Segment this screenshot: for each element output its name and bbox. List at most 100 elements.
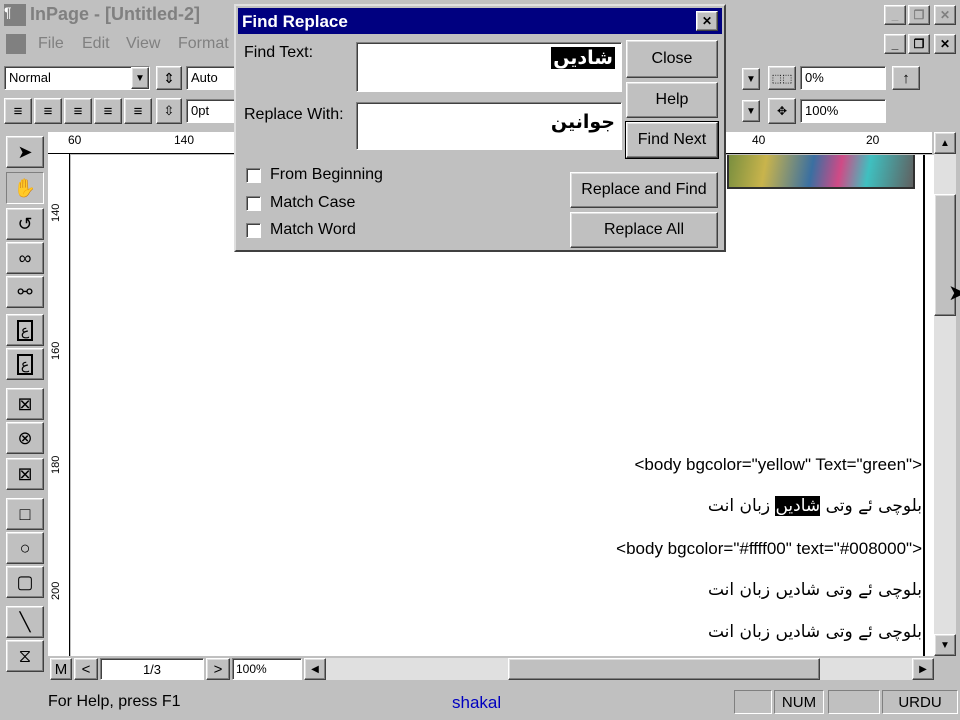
indent-icon[interactable]: ⇳ bbox=[156, 98, 182, 124]
next-page-button[interactable]: > bbox=[206, 658, 230, 680]
doc-urdu-line-2: بلوچی ئے وتی شادیں زبان انت bbox=[707, 580, 922, 600]
justify-icon: ≡ bbox=[103, 102, 113, 120]
find-text-input[interactable]: شادیں bbox=[356, 42, 622, 92]
scroll-down-button[interactable]: ▼ bbox=[934, 634, 956, 656]
tool-rectangle[interactable]: □ bbox=[6, 498, 44, 530]
doc-restore-button[interactable]: ❐ bbox=[908, 34, 930, 54]
embedded-image[interactable] bbox=[727, 155, 915, 189]
app-icon[interactable]: ¶ bbox=[4, 4, 26, 26]
right-dropdown-1[interactable]: ▼ bbox=[742, 68, 760, 90]
tool-rotate[interactable]: ↺ bbox=[6, 208, 44, 240]
from-beginning-checkbox[interactable] bbox=[246, 168, 261, 183]
replace-with-value: جوانین bbox=[550, 111, 615, 133]
tool-rounded-rect[interactable]: ▢ bbox=[6, 566, 44, 598]
dialog-close-x-button[interactable]: ✕ bbox=[696, 11, 718, 31]
replace-all-button[interactable]: Replace All bbox=[570, 212, 718, 248]
close-icon: ✕ bbox=[939, 37, 951, 51]
align-left-button[interactable]: ≡ bbox=[64, 98, 92, 124]
match-word-label: Match Word bbox=[270, 221, 356, 238]
spacing-icon[interactable]: ⬚⬚ bbox=[768, 66, 796, 90]
hscroll-thumb[interactable] bbox=[508, 658, 820, 680]
percent-input-1[interactable]: 0% bbox=[800, 66, 886, 90]
ruler-label: 40 bbox=[752, 133, 766, 147]
up-arrow-button[interactable]: ↑ bbox=[892, 66, 920, 90]
zoom-field[interactable]: 100% bbox=[232, 658, 302, 680]
tool-rect-frame[interactable]: ⊠ bbox=[6, 388, 44, 420]
style-dropdown-button[interactable]: ▼ bbox=[131, 67, 149, 89]
leading-icon[interactable]: ⇕ bbox=[156, 66, 182, 90]
scroll-right-button[interactable]: ▶ bbox=[912, 658, 934, 680]
chevron-down-icon: ▼ bbox=[746, 105, 756, 117]
arrow-up-icon: ▲ bbox=[940, 137, 950, 149]
style-select[interactable]: Normal ▼ bbox=[4, 66, 150, 90]
tool-text-box-2[interactable]: ع bbox=[6, 348, 44, 380]
doc-urdu-line-3: بلوچی ئے وتی شادیں زبان انت bbox=[707, 622, 922, 642]
close-button[interactable]: ✕ bbox=[934, 5, 956, 25]
find-next-button[interactable]: Find Next bbox=[625, 121, 719, 159]
dialog-title-bar[interactable]: Find Replace ✕ bbox=[238, 8, 722, 34]
ruler-label: 60 bbox=[68, 133, 82, 147]
page-number[interactable]: 1/3 bbox=[100, 658, 204, 680]
doc-close-button[interactable]: ✕ bbox=[934, 34, 956, 54]
minimize-icon: _ bbox=[891, 37, 899, 51]
tool-perpendicular-line[interactable]: ⧖ bbox=[6, 640, 44, 672]
doc-icon[interactable] bbox=[6, 34, 26, 54]
percent-input-2[interactable]: 100% bbox=[800, 99, 886, 123]
minimize-button[interactable]: _ bbox=[884, 5, 906, 25]
tool-hand[interactable]: ✋ bbox=[6, 172, 44, 204]
align-right-button[interactable]: ≡ bbox=[4, 98, 32, 124]
master-page-button[interactable]: M bbox=[50, 658, 72, 680]
replace-with-input[interactable]: جوانین bbox=[356, 102, 622, 150]
match-case-label: Match Case bbox=[270, 194, 356, 211]
match-word-checkbox[interactable] bbox=[246, 223, 261, 238]
restore-button[interactable]: ❐ bbox=[908, 5, 930, 25]
horizontal-scroll-track[interactable] bbox=[326, 658, 912, 680]
arrow-down-icon: ▼ bbox=[940, 639, 950, 651]
percent-value-2: 100% bbox=[805, 103, 839, 118]
status-num: NUM bbox=[774, 690, 824, 714]
text-box-icon: ع bbox=[16, 353, 34, 375]
rounded-rect-icon: ▢ bbox=[16, 571, 34, 592]
tool-oval-frame[interactable]: ⊗ bbox=[6, 422, 44, 454]
oval-frame-icon: ⊗ bbox=[17, 427, 33, 448]
leading-input[interactable]: Auto bbox=[186, 66, 236, 90]
menu-file[interactable]: File bbox=[38, 35, 64, 53]
tool-oval[interactable]: ○ bbox=[6, 532, 44, 564]
tool-link[interactable]: ∞ bbox=[6, 242, 44, 274]
tool-line[interactable]: ╲ bbox=[6, 606, 44, 638]
scroll-left-button[interactable]: ◀ bbox=[304, 658, 326, 680]
arrow-right-icon: ▶ bbox=[919, 663, 927, 675]
hand-icon: ✋ bbox=[13, 177, 37, 198]
scroll-up-button[interactable]: ▲ bbox=[934, 132, 956, 154]
align-right-icon: ≡ bbox=[13, 102, 23, 120]
tool-pointer[interactable]: ➤ bbox=[6, 136, 44, 168]
justify-all-button[interactable]: ≡ bbox=[124, 98, 152, 124]
ruler-label: 140 bbox=[174, 133, 195, 147]
tool-text-box[interactable]: ع bbox=[6, 314, 44, 346]
size-input[interactable]: 0pt bbox=[186, 99, 236, 123]
align-left-icon: ≡ bbox=[73, 102, 83, 120]
replace-and-find-button[interactable]: Replace and Find bbox=[570, 172, 718, 208]
ruler-label: 20 bbox=[866, 133, 880, 147]
menu-format[interactable]: Format bbox=[178, 35, 229, 53]
dialog-title: Find Replace bbox=[242, 12, 348, 31]
help-button[interactable]: Help bbox=[626, 82, 718, 118]
match-case-checkbox[interactable] bbox=[246, 196, 261, 211]
right-dropdown-2[interactable]: ▼ bbox=[742, 100, 760, 122]
menu-edit[interactable]: Edit bbox=[82, 35, 110, 53]
search-highlight: شادیں bbox=[775, 496, 821, 516]
status-font-name: shakal bbox=[452, 693, 502, 712]
justify-button[interactable]: ≡ bbox=[94, 98, 122, 124]
tool-rounded-frame[interactable]: ⊠ bbox=[6, 458, 44, 490]
close-button[interactable]: Close bbox=[626, 40, 718, 78]
vertical-scrollbar[interactable]: ▲ ▼ bbox=[934, 132, 956, 656]
scale-icon[interactable]: ✥ bbox=[768, 98, 796, 124]
align-center-button[interactable]: ≡ bbox=[34, 98, 62, 124]
prev-page-button[interactable]: < bbox=[74, 658, 98, 680]
tool-unlink[interactable]: ⚯ bbox=[6, 276, 44, 308]
status-language: URDU bbox=[882, 690, 958, 714]
menu-view[interactable]: View bbox=[126, 35, 160, 53]
from-beginning-label: From Beginning bbox=[270, 166, 383, 183]
doc-minimize-button[interactable]: _ bbox=[884, 34, 906, 54]
app-title: InPage - [Untitled-2] bbox=[30, 4, 200, 24]
